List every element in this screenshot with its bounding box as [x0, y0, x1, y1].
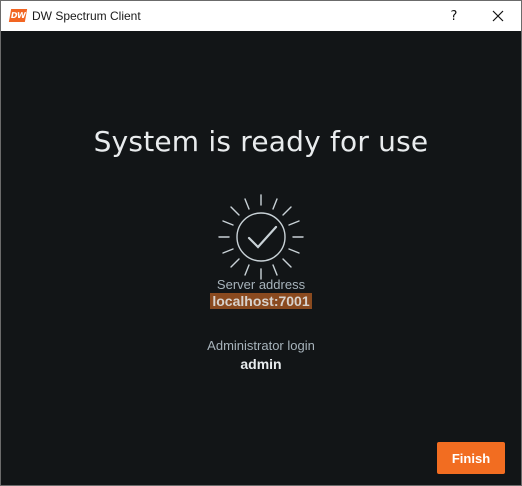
window-title: DW Spectrum Client — [32, 9, 141, 23]
app-window: DW DW Spectrum Client ? System is ready … — [0, 0, 522, 486]
admin-login-label: Administrator login — [207, 338, 315, 353]
checkmark-circle-rays-icon — [218, 194, 304, 280]
close-button[interactable] — [475, 1, 521, 31]
app-logo-icon: DW — [8, 9, 28, 22]
server-address-label: Server address — [216, 277, 306, 292]
server-address-value[interactable]: localhost:7001 — [210, 293, 312, 309]
close-icon — [492, 10, 504, 22]
admin-login-value[interactable]: admin — [1, 356, 521, 372]
server-address-value-row: localhost:7001 — [1, 293, 521, 309]
finish-button[interactable]: Finish — [437, 442, 505, 474]
help-button[interactable]: ? — [431, 1, 477, 31]
title-bar[interactable]: DW DW Spectrum Client ? — [1, 1, 521, 31]
help-icon: ? — [450, 8, 458, 24]
main-content: System is ready for use Server address l… — [1, 31, 521, 485]
page-title: System is ready for use — [93, 125, 429, 158]
